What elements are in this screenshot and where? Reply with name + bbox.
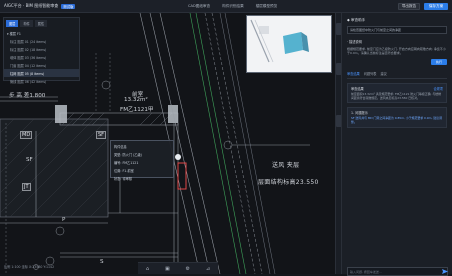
room-area: 13.32m² [124, 97, 148, 103]
tab-components[interactable]: 构件 [20, 20, 33, 27]
run-button[interactable]: 执行 [431, 58, 447, 65]
scale-coordinates-readout: 比例 1:100 坐标 X:23580 Y:1142 [4, 265, 55, 269]
settings-icon[interactable]: ⚙ [186, 266, 190, 272]
version-tag: 测试版 [61, 3, 76, 9]
app-title: AIGC平台 · BIM 图纸智能审查 [4, 3, 59, 8]
card-title: 审查结果 [351, 86, 364, 91]
popup-line: 编号: FM乙1121 [114, 161, 139, 165]
popup-title: 构件信息 [114, 145, 127, 149]
issue-card[interactable]: 1. 问题提示 SF 送风井与 MD 门洞之间净距为 0.85m, 小于规范要求… [347, 107, 447, 128]
compliance-badge: 合规项 [433, 86, 443, 91]
assistant-panel: ◆ 审查助手 请检查图纸中防火门与前室之间的净距 · 描述说明 根据规范要求, … [341, 13, 452, 276]
tag-jt[interactable]: JT [22, 183, 31, 191]
nav-item-model-preview[interactable]: 楼层模型预览 [256, 4, 278, 9]
tree-item-layer[interactable]: 管线 图层 06 (42 items) [4, 77, 79, 85]
tree-item-layer[interactable]: 门窗 图层 04 (12 items) [4, 61, 79, 69]
canvas-toolbar: ⌂ ▣ ⚙ ⊿ [138, 262, 218, 274]
card-body: 前室面积13.32m² 满足规范要求; FM乙1121 防火门等级正确, 与楼梯… [351, 91, 442, 101]
tab-review-result[interactable]: 审查结果 [347, 71, 360, 76]
description-text: 根据规范要求, 前室门应为乙级防火门, 开启方向应朝向疏散方向; 净宽不小于0.… [347, 47, 446, 56]
issue-body: SF 送风井与 MD 门洞之间净距为 0.85m, 小于规范要求 0.9m, 建… [351, 116, 442, 125]
query-input[interactable]: 请检查图纸中防火门与前室之间的净距 [347, 26, 447, 34]
tree-item-layer[interactable]: 标注 图层 02 (18 items) [4, 45, 79, 53]
image-icon[interactable]: ▣ [165, 266, 170, 272]
shaft-label: 送风 夹层 [272, 162, 300, 169]
model-preview-thumbnail[interactable] [246, 15, 332, 73]
top-nav: CAD图纸审查 构件识别结果 楼层模型预览 [188, 0, 277, 13]
issue-title: 1. 问题提示 [351, 111, 368, 116]
grid-label-s: S [100, 259, 104, 265]
save-button[interactable]: 保存方案 [424, 3, 448, 10]
component-info-popup: 构件信息 类型: 防火门 (乙级) 编号: FM乙1121 位置: F1-前室 … [110, 140, 174, 181]
tree-item-layer[interactable]: 标注 图层 01 (24 items) [4, 37, 79, 45]
tab-suggestions[interactable]: 建议 [381, 71, 387, 76]
popup-line: 位置: F1-前室 [114, 169, 134, 173]
export-report-button[interactable]: 导出报告 [398, 3, 420, 10]
tag-sf[interactable]: SF [96, 131, 107, 139]
tree-item-floor[interactable]: ▾ 楼层 F1 [4, 29, 79, 37]
description-label: · 描述说明 [347, 40, 362, 44]
tag-sf-2: SF [26, 157, 33, 163]
tree-item-layer-selected[interactable]: 柱网 图层 05 (8 items) [4, 69, 79, 77]
nav-item-recognition[interactable]: 构件识别结果 [222, 4, 244, 9]
step-label: 步 高 差1.800 [9, 93, 46, 99]
top-bar: AIGC平台 · BIM 图纸智能审查 测试版 CAD图纸审查 构件识别结果 楼… [0, 0, 452, 13]
tab-properties[interactable]: 属性 [34, 20, 48, 27]
tag-md[interactable]: MD [20, 131, 33, 139]
nav-item-cad-review[interactable]: CAD图纸审查 [188, 4, 210, 9]
tree-item-layer[interactable]: 墙体 图层 03 (36 items) [4, 53, 79, 61]
chat-input[interactable]: 输入问题, 按回车发送... [347, 267, 448, 276]
measure-icon[interactable]: ⊿ [206, 266, 210, 272]
grid-label-p: P [62, 217, 66, 223]
assistant-title: ◆ 审查助手 [347, 18, 366, 22]
elevation-label: 层面结构标高23.550 [258, 179, 319, 186]
home-icon[interactable]: ⌂ [146, 266, 149, 272]
tab-issue-list[interactable]: 问题列表 [364, 71, 377, 76]
review-result-card: 审查结果 合规项 前室面积13.32m² 满足规范要求; FM乙1121 防火门… [347, 82, 447, 104]
model-preview-graphic [247, 16, 331, 72]
popup-line: 类型: 防火门 (乙级) [114, 153, 142, 157]
layer-panel: 图层 构件 属性 ▾ 楼层 F1 标注 图层 01 (24 items) 标注 … [3, 17, 80, 84]
send-icon[interactable] [442, 269, 448, 274]
popup-line: 状态: 待审核 [114, 177, 133, 181]
tab-layers[interactable]: 图层 [6, 20, 19, 27]
door-code: FM乙1121甲 [120, 107, 154, 113]
result-tabs: 审查结果 问题列表 建议 [347, 71, 447, 79]
layer-panel-tabs: 图层 构件 属性 [4, 18, 79, 29]
